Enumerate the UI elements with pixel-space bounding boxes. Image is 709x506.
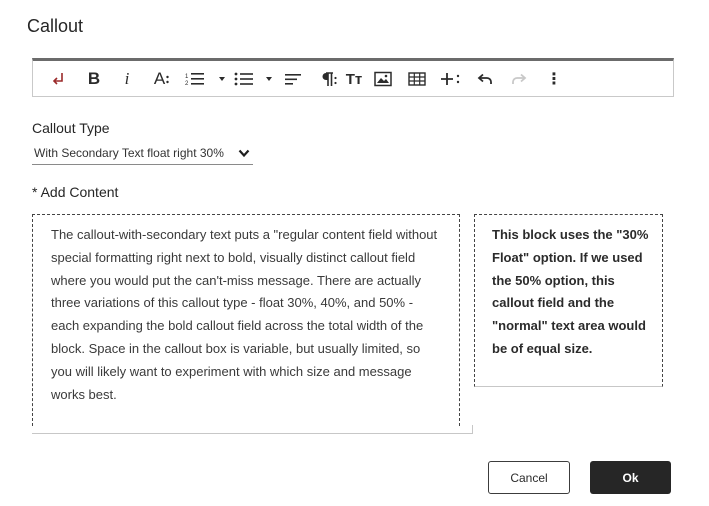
undo-button[interactable] xyxy=(474,61,496,97)
font-size-icon: A xyxy=(153,69,166,88)
editor-toolbar: B i A 1 2 Tт ⋮ xyxy=(32,58,674,97)
callout-type-select[interactable]: With Secondary Text float right 30% xyxy=(32,143,253,165)
align-button[interactable] xyxy=(281,61,305,97)
bullet-list-button[interactable] xyxy=(234,61,278,97)
redo-button[interactable] xyxy=(508,61,530,97)
insert-more-button[interactable] xyxy=(438,61,462,97)
svg-text:1: 1 xyxy=(185,74,189,80)
insert-table-button[interactable] xyxy=(406,61,428,97)
font-size-button[interactable]: A xyxy=(149,61,175,97)
callout-type-value: With Secondary Text float right 30% xyxy=(34,146,224,160)
add-content-label: * Add Content xyxy=(32,184,119,200)
numbered-list-icon: 1 2 xyxy=(185,73,225,86)
heading-icon: Tт xyxy=(345,70,363,88)
return-arrow-icon xyxy=(52,73,63,85)
more-options-button[interactable]: ⋮ xyxy=(545,61,563,97)
callout-type-label: Callout Type xyxy=(32,120,110,136)
paragraph-format-button[interactable] xyxy=(316,61,340,97)
font-size-dots-icon xyxy=(166,75,169,84)
main-content-text[interactable]: The callout-with-secondary text puts a "… xyxy=(51,224,443,406)
heading-button[interactable]: Tт xyxy=(343,61,365,97)
dialog-title: Callout xyxy=(27,16,84,36)
pilcrow-icon xyxy=(322,72,337,86)
numbered-list-button[interactable]: 1 2 xyxy=(183,61,229,97)
more-vertical-icon: ⋮ xyxy=(546,71,562,88)
content-field-divider xyxy=(472,425,473,434)
undo-icon xyxy=(477,73,492,84)
bold-button[interactable]: B xyxy=(83,61,105,97)
chevron-down-icon xyxy=(238,149,250,158)
content-field-baseline xyxy=(32,433,473,434)
table-icon xyxy=(408,72,426,86)
callout-content-text[interactable]: This block uses the "30% Float" option. … xyxy=(492,224,652,361)
text-align-icon xyxy=(285,74,301,85)
redo-icon xyxy=(512,73,527,84)
italic-icon: i xyxy=(124,69,130,88)
bold-icon: B xyxy=(87,69,101,88)
image-icon xyxy=(374,71,392,87)
line-break-button[interactable] xyxy=(47,61,69,97)
bullet-list-icon xyxy=(234,72,272,86)
insert-image-button[interactable] xyxy=(372,61,394,97)
plus-icon xyxy=(441,73,460,85)
cancel-button[interactable]: Cancel xyxy=(488,461,570,494)
svg-text:2: 2 xyxy=(185,81,189,86)
ok-button[interactable]: Ok xyxy=(590,461,671,494)
italic-button[interactable]: i xyxy=(117,61,137,97)
